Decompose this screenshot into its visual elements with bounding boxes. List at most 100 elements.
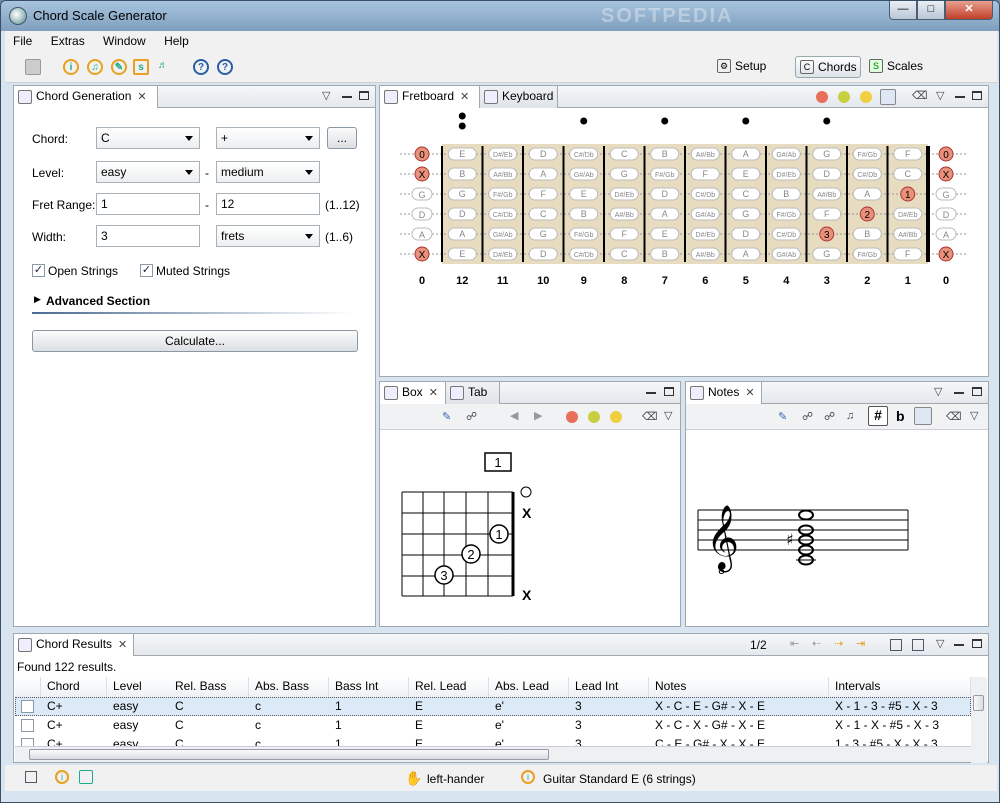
chord-type-select[interactable]: +: [216, 127, 320, 149]
red-marker-icon[interactable]: [816, 91, 828, 103]
scale-icon[interactable]: s: [133, 59, 149, 75]
close-tab-icon[interactable]: ✕: [429, 387, 438, 399]
maximize-view-icon[interactable]: [359, 91, 369, 100]
next-page-icon[interactable]: ⇢: [834, 637, 843, 650]
view-menu-icon[interactable]: ▽: [934, 385, 942, 398]
column-header[interactable]: Rel. Bass: [169, 677, 249, 697]
sound-icon[interactable]: ♬: [155, 59, 171, 75]
horizontal-scrollbar[interactable]: [15, 746, 971, 762]
deselect-all-icon[interactable]: [912, 639, 924, 651]
menu-extras[interactable]: Extras: [43, 31, 92, 48]
column-header[interactable]: Rel. Lead: [409, 677, 489, 697]
tab-chord-generation[interactable]: Chord Generation ✕: [14, 86, 158, 108]
muted-strings-checkbox[interactable]: ✓: [140, 264, 153, 277]
display-toggle-icon[interactable]: [880, 89, 896, 105]
sharp-toggle[interactable]: #: [868, 406, 888, 426]
chord-more-button[interactable]: ...: [327, 127, 357, 149]
flat-toggle[interactable]: b: [896, 408, 905, 424]
column-header[interactable]: Level: [107, 677, 173, 697]
level-to-select[interactable]: medium: [216, 161, 320, 183]
yellow-marker-icon[interactable]: [860, 91, 872, 103]
level-from-select[interactable]: easy: [96, 161, 200, 183]
context-help-icon[interactable]: ?: [217, 59, 233, 75]
minimize-view-icon[interactable]: [955, 96, 965, 98]
status-info-icon[interactable]: i: [55, 770, 69, 784]
maximize-button[interactable]: □: [917, 1, 945, 20]
tab-notes[interactable]: Notes ✕: [686, 382, 762, 404]
prev-page-icon[interactable]: ⇠: [812, 637, 821, 650]
edit-icon[interactable]: ✎: [111, 59, 127, 75]
row-checkbox[interactable]: [21, 700, 34, 713]
tab-fretboard[interactable]: Fretboard ✕: [380, 86, 480, 108]
advanced-section-toggle[interactable]: Advanced Section: [46, 294, 150, 308]
tab-tab[interactable]: Tab: [446, 382, 500, 404]
vscroll-thumb[interactable]: [973, 695, 984, 711]
column-header[interactable]: Intervals: [829, 677, 971, 697]
view-menu-icon[interactable]: ▽: [664, 409, 672, 422]
save-icon[interactable]: [25, 59, 41, 75]
menu-window[interactable]: Window: [95, 31, 153, 48]
vertical-scrollbar[interactable]: [971, 677, 987, 763]
select-all-icon[interactable]: [890, 639, 902, 651]
column-header[interactable]: Abs. Bass: [249, 677, 329, 697]
column-header[interactable]: Notes: [649, 677, 829, 697]
eraser-icon[interactable]: ⌫: [946, 410, 962, 423]
next-icon[interactable]: ▶: [534, 409, 542, 422]
previous-icon[interactable]: ◀: [510, 409, 518, 422]
minimize-view-icon[interactable]: [342, 96, 352, 98]
column-header[interactable]: Chord: [41, 677, 107, 697]
close-tab-icon[interactable]: ✕: [460, 91, 469, 103]
view-menu-icon[interactable]: ▽: [322, 89, 330, 102]
chord-icon[interactable]: ♫: [87, 59, 103, 75]
info-icon[interactable]: i: [63, 59, 79, 75]
maximize-view-icon[interactable]: [664, 387, 674, 396]
maximize-view-icon[interactable]: [972, 387, 982, 396]
minimize-button[interactable]: —: [889, 1, 917, 20]
maximize-view-icon[interactable]: [972, 91, 982, 100]
minimize-view-icon[interactable]: [954, 644, 964, 646]
scrollbar-thumb[interactable]: [29, 749, 549, 760]
expand-icon[interactable]: ▶: [34, 294, 41, 305]
width-unit-select[interactable]: frets: [216, 225, 320, 247]
close-button[interactable]: ✕: [945, 1, 993, 20]
tab-keyboard[interactable]: Keyboard: [480, 86, 558, 108]
maximize-view-icon[interactable]: [972, 639, 982, 648]
close-tab-icon[interactable]: ✕: [137, 91, 146, 103]
perspective-setup[interactable]: ⚙ Setup: [713, 56, 789, 78]
chord-root-select[interactable]: C: [96, 127, 200, 149]
eraser-icon[interactable]: ⌫: [642, 410, 658, 423]
new-view-icon[interactable]: [25, 771, 37, 783]
view-menu-icon[interactable]: ▽: [936, 637, 944, 650]
export-icon[interactable]: ✎: [442, 410, 451, 423]
first-page-icon[interactable]: ⇤: [790, 637, 799, 650]
tab-chord-results[interactable]: Chord Results ✕: [14, 634, 134, 656]
help-icon[interactable]: ?: [193, 59, 209, 75]
row-checkbox[interactable]: [21, 719, 34, 732]
width-input[interactable]: 3: [96, 225, 200, 247]
fret-from-input[interactable]: 1: [96, 193, 200, 215]
column-header[interactable]: Bass Int: [329, 677, 409, 697]
export-icon[interactable]: ✎: [778, 410, 787, 423]
fret-to-input[interactable]: 12: [216, 193, 320, 215]
last-page-icon[interactable]: ⇥: [856, 637, 865, 650]
perspective-scales[interactable]: S Scales: [865, 56, 925, 78]
close-tab-icon[interactable]: ✕: [118, 639, 127, 651]
notation-icon[interactable]: ♫: [846, 410, 854, 422]
display-toggle-icon[interactable]: [914, 407, 932, 425]
view-menu-icon[interactable]: ▽: [970, 409, 978, 422]
red-marker-icon[interactable]: [566, 411, 578, 423]
close-tab-icon[interactable]: ✕: [745, 387, 754, 399]
minimize-view-icon[interactable]: [954, 392, 964, 394]
column-header[interactable]: Lead Int: [569, 677, 649, 697]
menu-file[interactable]: File: [5, 31, 39, 48]
column-header[interactable]: Abs. Lead: [489, 677, 569, 697]
yellow-green-marker-icon[interactable]: [838, 91, 850, 103]
yellow-marker-icon[interactable]: [610, 411, 622, 423]
open-strings-checkbox[interactable]: ✓: [32, 264, 45, 277]
perspective-chords[interactable]: C Chords: [795, 56, 861, 78]
view-menu-icon[interactable]: ▽: [936, 89, 944, 102]
tab-box[interactable]: Box ✕: [380, 382, 446, 404]
yellow-green-marker-icon[interactable]: [588, 411, 600, 423]
calculate-button[interactable]: Calculate...: [32, 330, 358, 352]
eraser-icon[interactable]: ⌫: [912, 89, 928, 102]
